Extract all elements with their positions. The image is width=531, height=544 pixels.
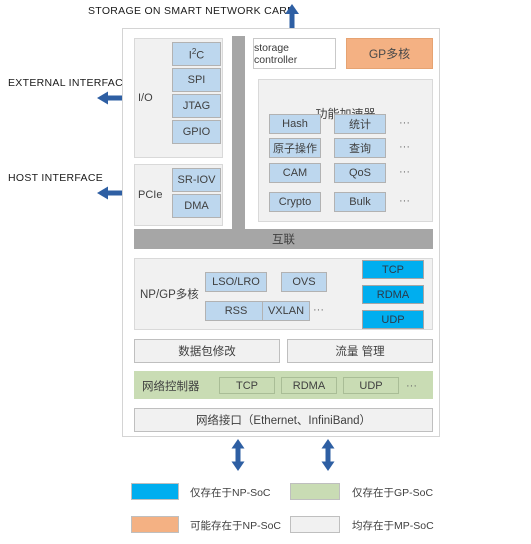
- storage-controller-box[interactable]: storage controller: [253, 38, 336, 69]
- gp-multicore-box[interactable]: GP多核: [346, 38, 433, 69]
- legend-swatch-1: [290, 483, 340, 500]
- legend-label-2: 可能存在于NP-SoC: [190, 520, 282, 532]
- io-chip-jtag[interactable]: JTAG: [172, 94, 221, 118]
- accel-row3-ellipsis: ···: [399, 195, 410, 207]
- legend-label-3: 均存在于MP-SoC: [352, 520, 434, 532]
- np-gp-ovs[interactable]: OVS: [281, 272, 327, 292]
- accel-crypto[interactable]: Crypto: [269, 192, 321, 212]
- np-gp-label: NP/GP多核: [140, 289, 199, 301]
- io-chip-gpio[interactable]: GPIO: [172, 120, 221, 144]
- accel-tongji[interactable]: 统计: [334, 114, 386, 134]
- accel-atomic-op[interactable]: 原子操作: [269, 138, 321, 158]
- io-panel-label: I/O: [138, 92, 153, 104]
- np-gp-rdma[interactable]: RDMA: [362, 285, 424, 304]
- accel-cam[interactable]: CAM: [269, 163, 321, 183]
- top-caption: STORAGE ON SMART NETWORK CARD: [88, 5, 296, 17]
- io-chip-i2c-label: I2C: [188, 46, 205, 62]
- accel-row0-ellipsis: ···: [399, 117, 410, 129]
- np-gp-rss[interactable]: RSS: [205, 301, 267, 321]
- np-gp-row2-ellipsis: ···: [313, 304, 324, 316]
- legend-swatch-3: [290, 516, 340, 533]
- netctrl-rdma[interactable]: RDMA: [281, 377, 337, 394]
- np-gp-vxlan[interactable]: VXLAN: [262, 301, 310, 321]
- accel-qos[interactable]: QoS: [334, 163, 386, 183]
- traffic-manage-box[interactable]: 流量 管理: [287, 339, 433, 363]
- legend-label-0: 仅存在于NP-SoC: [190, 487, 271, 499]
- pcie-chip-dma[interactable]: DMA: [172, 194, 221, 218]
- network-controller-label: 网络控制器: [142, 381, 200, 393]
- netctrl-ellipsis: ···: [406, 380, 417, 392]
- accel-row1-ellipsis: ···: [399, 141, 410, 153]
- legend-swatch-2: [131, 516, 179, 533]
- network-interface-box[interactable]: 网络接口（Ethernet、InfiniBand）: [134, 408, 433, 432]
- vertical-interconnect-bar: [232, 36, 245, 232]
- pcie-panel-label: PCIe: [138, 189, 163, 201]
- netctrl-tcp[interactable]: TCP: [219, 377, 275, 394]
- io-chip-i2c[interactable]: I2C: [172, 42, 221, 66]
- packet-modify-box[interactable]: 数据包修改: [134, 339, 280, 363]
- interconnect-bar: 互联: [134, 229, 433, 249]
- storage-controller-label: storage controller: [254, 41, 298, 66]
- accel-row2-ellipsis: ···: [399, 166, 410, 178]
- np-gp-udp[interactable]: UDP: [362, 310, 424, 329]
- accel-hash[interactable]: Hash: [269, 114, 321, 134]
- netctrl-udp[interactable]: UDP: [343, 377, 399, 394]
- np-gp-tcp[interactable]: TCP: [362, 260, 424, 279]
- io-chip-spi[interactable]: SPI: [172, 68, 221, 92]
- bottom-arrow-right: [318, 438, 338, 472]
- legend-label-1: 仅存在于GP-SoC: [352, 487, 434, 499]
- accel-bulk[interactable]: Bulk: [334, 192, 386, 212]
- legend-swatch-0: [131, 483, 179, 500]
- bottom-arrow-left: [228, 438, 248, 472]
- accel-query[interactable]: 查询: [334, 138, 386, 158]
- host-interface-caption: HOST INTERFACE: [8, 172, 104, 184]
- pcie-chip-sriov[interactable]: SR-IOV: [172, 168, 221, 192]
- np-gp-lso-lro[interactable]: LSO/LRO: [205, 272, 267, 292]
